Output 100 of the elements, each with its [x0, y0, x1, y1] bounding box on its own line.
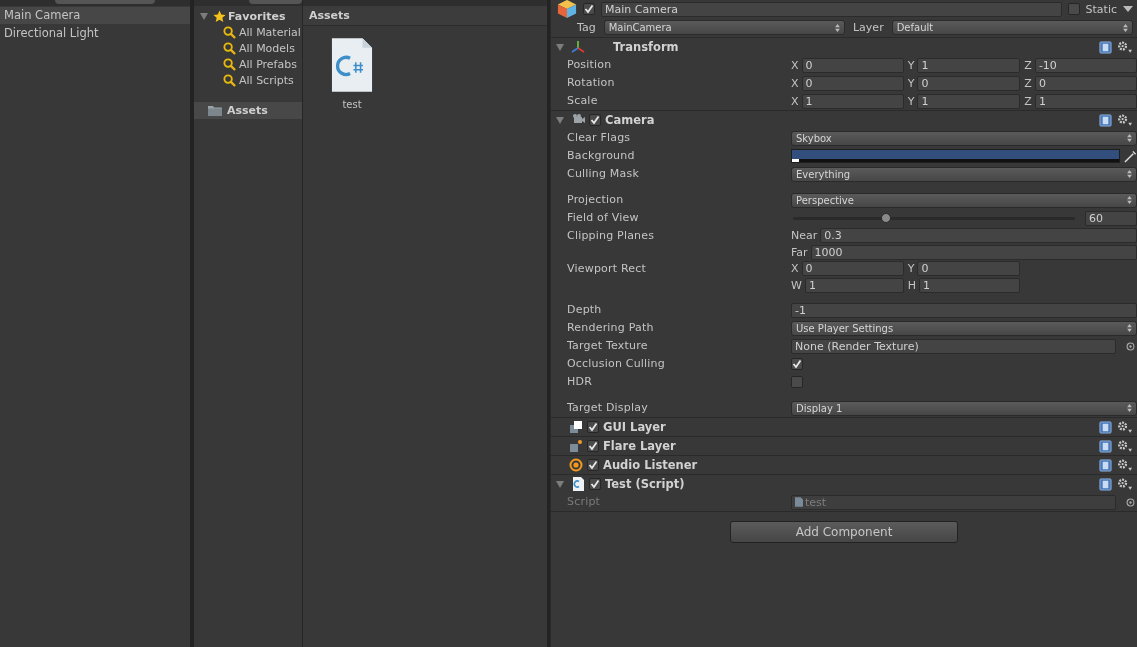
foldout-toggle[interactable] [556, 480, 564, 488]
axis-label: Y [907, 262, 915, 275]
settings-icon[interactable] [1116, 439, 1133, 453]
object-picker-icon[interactable] [1126, 497, 1135, 507]
settings-icon[interactable] [1116, 420, 1133, 434]
checkbox[interactable] [589, 478, 601, 490]
property-label: HDR [567, 374, 593, 390]
eyedropper-icon[interactable] [1124, 149, 1137, 163]
help-icon[interactable] [1099, 113, 1112, 127]
color-field[interactable] [791, 149, 1120, 163]
search-field[interactable] [249, 0, 302, 4]
search-icon [223, 25, 236, 39]
checkbox[interactable] [587, 421, 599, 433]
up-down-arrows-icon [835, 23, 840, 32]
name-field[interactable]: Main Camera [601, 1, 1062, 17]
add-component-button[interactable]: Add Component [730, 521, 958, 543]
settings-icon[interactable] [1116, 458, 1133, 472]
number-field[interactable]: 0 [917, 261, 1021, 276]
axis-label: Z [1024, 59, 1032, 72]
dropdown[interactable]: Use Player Settings [791, 320, 1137, 336]
number-field[interactable]: 0 [801, 58, 904, 73]
property-label: Field of View [567, 210, 640, 226]
tag-label: Tag [577, 21, 596, 34]
script-file-icon[interactable] [331, 37, 373, 93]
breadcrumb[interactable]: Assets [309, 9, 350, 22]
file-name[interactable]: test [342, 99, 362, 110]
help-icon[interactable] [1099, 477, 1112, 491]
favorite-item[interactable]: All Material [239, 25, 301, 39]
property-label: Background [567, 148, 636, 164]
component-title: Camera [605, 113, 655, 127]
foldout-toggle[interactable] [556, 116, 564, 124]
property-label: Position [567, 57, 613, 73]
number-field[interactable]: 0 [801, 76, 904, 91]
axis-label: Near [791, 229, 818, 242]
checkbox[interactable] [587, 440, 599, 452]
layer-label: Layer [853, 21, 884, 34]
help-icon[interactable] [1099, 40, 1112, 54]
folder-item[interactable]: Assets [194, 102, 302, 119]
caret-icon[interactable] [1123, 6, 1133, 12]
axis-label: X [791, 262, 799, 275]
number-field[interactable]: 60 [1085, 210, 1137, 226]
number-field[interactable]: 1 [918, 278, 1021, 293]
component-title: GUI Layer [603, 420, 666, 434]
number-field[interactable]: 0 [801, 261, 904, 276]
dropdown[interactable]: Perspective [791, 192, 1137, 208]
layer-dropdown[interactable]: Default [891, 20, 1133, 35]
number-field[interactable]: 0 [1034, 76, 1137, 91]
number-field[interactable]: 1 [801, 94, 904, 109]
dropdown[interactable]: Display 1 [791, 400, 1137, 416]
up-down-arrows-icon [1127, 134, 1132, 142]
checkbox[interactable] [1067, 3, 1080, 15]
number-field[interactable]: 0.3 [820, 228, 1137, 243]
checkbox[interactable] [791, 358, 803, 370]
checkbox[interactable] [589, 114, 601, 126]
number-field[interactable]: -10 [1034, 58, 1137, 73]
layers-icon [569, 420, 583, 434]
object-field[interactable]: None (Render Texture) [791, 338, 1116, 354]
help-icon[interactable] [1099, 420, 1112, 434]
favorite-item[interactable]: All Models [239, 41, 295, 55]
property-label: Culling Mask [567, 166, 640, 182]
dropdown[interactable]: Skybox [791, 130, 1137, 146]
number-field[interactable]: 1 [917, 58, 1021, 73]
hierarchy-item[interactable]: Directional Light [0, 25, 190, 42]
help-icon[interactable] [1099, 458, 1112, 472]
flare-icon [569, 439, 583, 453]
dropdown[interactable]: Everything [791, 166, 1137, 182]
favorite-item[interactable]: All Scripts [239, 73, 294, 87]
number-field[interactable]: 1 [917, 94, 1021, 109]
number-field[interactable]: 1 [1034, 94, 1137, 109]
search-field[interactable] [55, 0, 155, 4]
hierarchy-item[interactable]: Main Camera [0, 7, 190, 24]
number-field[interactable]: 0 [917, 76, 1021, 91]
help-icon[interactable] [1099, 439, 1112, 453]
favorites-label: Favorites [228, 10, 286, 23]
favorite-item[interactable]: All Prefabs [239, 57, 297, 71]
search-icon [223, 57, 236, 71]
up-down-arrows-icon [1127, 404, 1132, 412]
up-down-arrows-icon [1127, 324, 1132, 332]
property-label: Script [567, 494, 602, 510]
foldout-toggle[interactable] [200, 13, 208, 20]
object-picker-icon[interactable] [1126, 341, 1135, 351]
settings-icon[interactable] [1116, 40, 1133, 54]
checkbox[interactable] [791, 376, 803, 388]
foldout-toggle[interactable] [556, 43, 564, 51]
number-field[interactable]: 1 [804, 278, 904, 293]
property-label: Rotation [567, 75, 616, 91]
number-field[interactable]: -1 [791, 302, 1137, 318]
property-label: Rendering Path [567, 320, 655, 336]
property-label: Projection [567, 192, 625, 208]
checkbox[interactable] [583, 3, 595, 15]
axis-label: X [791, 59, 799, 72]
cube-icon [557, 0, 577, 19]
property-label: Depth [567, 302, 603, 318]
script-file-icon [571, 477, 585, 491]
number-field[interactable]: 1000 [810, 245, 1137, 260]
axis-label: W [791, 279, 802, 292]
settings-icon[interactable] [1116, 477, 1133, 491]
settings-icon[interactable] [1116, 113, 1133, 127]
tag-dropdown[interactable]: MainCamera [603, 20, 845, 35]
checkbox[interactable] [587, 459, 599, 471]
